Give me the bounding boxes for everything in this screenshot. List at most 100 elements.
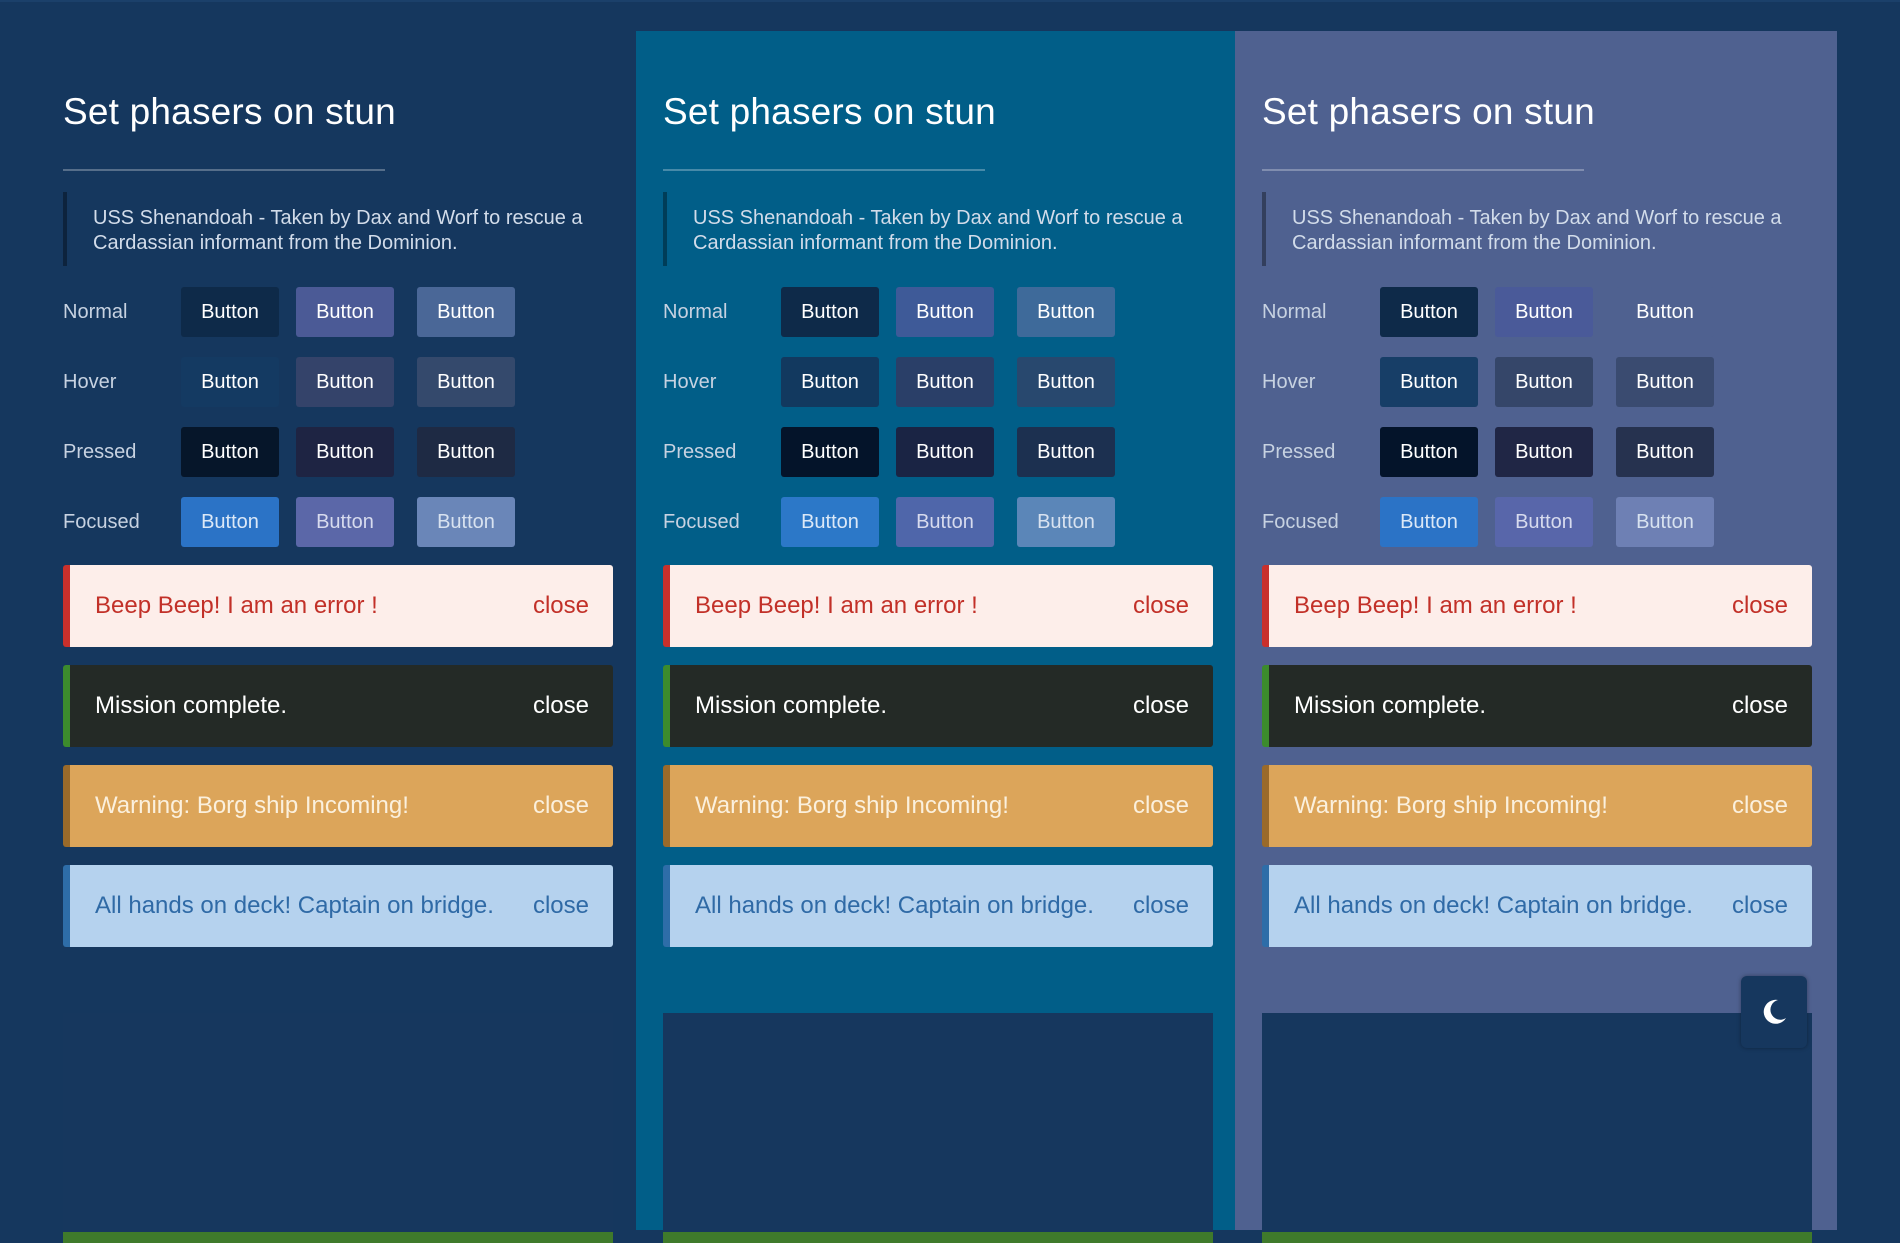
close-link[interactable]: close [1133, 792, 1189, 820]
state-label: Pressed [1262, 441, 1336, 463]
state-label: Focused [663, 511, 740, 533]
moon-icon [1763, 999, 1786, 1024]
secondary-button[interactable]: Button [1495, 287, 1593, 337]
tertiary-button[interactable]: Button [1017, 357, 1115, 407]
alert-info: All hands on deck! Captain on bridge. cl… [1262, 865, 1812, 947]
secondary-button[interactable]: Button [296, 497, 394, 547]
alert-success: Mission complete. close [63, 665, 613, 747]
panel-title: Set phasers on stun [663, 91, 996, 132]
panel-title: Set phasers on stun [1262, 91, 1595, 132]
secondary-button[interactable]: Button [296, 357, 394, 407]
theme-panel-3: Set phasers on stun USS Shenandoah - Tak… [1235, 31, 1837, 1243]
alert-message: Mission complete. [1294, 692, 1487, 719]
close-link[interactable]: close [1732, 692, 1788, 720]
secondary-button[interactable]: Button [296, 287, 394, 337]
primary-button[interactable]: Button [781, 287, 879, 337]
close-link[interactable]: close [1133, 592, 1189, 620]
close-link[interactable]: close [1133, 892, 1189, 920]
close-link[interactable]: close [1732, 592, 1788, 620]
theme-panel-2: Set phasers on stun USS Shenandoah - Tak… [636, 31, 1235, 1243]
alert-error: Beep Beep! I am an error ! close [63, 565, 613, 647]
primary-button[interactable]: Button [181, 357, 279, 407]
close-link[interactable]: close [533, 592, 589, 620]
title-divider [1262, 169, 1584, 171]
secondary-button[interactable]: Button [896, 427, 994, 477]
tertiary-button[interactable]: Button [417, 497, 515, 547]
close-link[interactable]: close [533, 792, 589, 820]
secondary-button[interactable]: Button [296, 427, 394, 477]
close-link[interactable]: close [533, 692, 589, 720]
state-row-pressed: Pressed Button Button Button [1262, 427, 1762, 477]
close-link[interactable]: close [1732, 792, 1788, 820]
primary-button[interactable]: Button [781, 427, 879, 477]
alert-message: Warning: Borg ship Incoming! [695, 792, 1009, 819]
state-label: Hover [63, 371, 117, 393]
state-label: Focused [1262, 511, 1339, 533]
tertiary-button[interactable]: Button [1017, 287, 1115, 337]
alert-message: Beep Beep! I am an error ! [695, 592, 978, 619]
primary-button[interactable]: Button [781, 497, 879, 547]
state-label: Hover [663, 371, 717, 393]
secondary-button[interactable]: Button [1495, 357, 1593, 407]
tertiary-button[interactable]: Button [417, 287, 515, 337]
content-box [1262, 1013, 1812, 1243]
primary-button[interactable]: Button [1380, 287, 1478, 337]
tertiary-button[interactable]: Button [1017, 427, 1115, 477]
state-row-normal: Normal Button Button Button [663, 287, 1163, 337]
primary-button[interactable]: Button [181, 427, 279, 477]
primary-button[interactable]: Button [781, 357, 879, 407]
title-divider [63, 169, 385, 171]
state-row-focused: Focused Button Button Button [663, 497, 1163, 547]
close-link[interactable]: close [1133, 692, 1189, 720]
state-row-hover: Hover Button Button Button [1262, 357, 1762, 407]
state-label: Pressed [63, 441, 137, 463]
progress-bar [663, 1232, 1213, 1243]
tertiary-button[interactable]: Button [1616, 497, 1714, 547]
state-row-focused: Focused Button Button Button [1262, 497, 1762, 547]
state-label: Focused [63, 511, 140, 533]
primary-button[interactable]: Button [181, 287, 279, 337]
theme-toggle-button[interactable] [1741, 976, 1807, 1048]
tertiary-button[interactable]: Button [417, 357, 515, 407]
close-link[interactable]: close [1732, 892, 1788, 920]
state-row-pressed: Pressed Button Button Button [63, 427, 563, 477]
content-box [63, 1013, 613, 1243]
tertiary-button[interactable]: Button [1616, 357, 1714, 407]
state-row-pressed: Pressed Button Button Button [663, 427, 1163, 477]
progress-bar [1262, 1232, 1812, 1243]
tertiary-button[interactable]: Button [1017, 497, 1115, 547]
tertiary-button[interactable]: Button [1616, 287, 1714, 337]
alert-warning: Warning: Borg ship Incoming! close [63, 765, 613, 847]
state-label: Normal [663, 301, 728, 323]
primary-button[interactable]: Button [1380, 497, 1478, 547]
tertiary-button[interactable]: Button [417, 427, 515, 477]
alert-message: Mission complete. [95, 692, 288, 719]
state-row-focused: Focused Button Button Button [63, 497, 563, 547]
primary-button[interactable]: Button [1380, 427, 1478, 477]
alert-message: All hands on deck! Captain on bridge. [95, 892, 494, 919]
state-row-hover: Hover Button Button Button [63, 357, 563, 407]
secondary-button[interactable]: Button [896, 497, 994, 547]
alert-message: Warning: Borg ship Incoming! [1294, 792, 1608, 819]
tertiary-button[interactable]: Button [1616, 427, 1714, 477]
state-row-normal: Normal Button Button Button [63, 287, 563, 337]
alert-message: Warning: Borg ship Incoming! [95, 792, 409, 819]
theme-panel-1: Set phasers on stun USS Shenandoah - Tak… [0, 31, 613, 1243]
alert-error: Beep Beep! I am an error ! close [663, 565, 1213, 647]
secondary-button[interactable]: Button [1495, 497, 1593, 547]
alert-message: All hands on deck! Captain on bridge. [1294, 892, 1693, 919]
primary-button[interactable]: Button [181, 497, 279, 547]
progress-bar [63, 1232, 613, 1243]
alert-info: All hands on deck! Captain on bridge. cl… [663, 865, 1213, 947]
state-label: Normal [63, 301, 128, 323]
secondary-button[interactable]: Button [1495, 427, 1593, 477]
secondary-button[interactable]: Button [896, 287, 994, 337]
alert-success: Mission complete. close [663, 665, 1213, 747]
state-label: Hover [1262, 371, 1316, 393]
state-label: Pressed [663, 441, 737, 463]
primary-button[interactable]: Button [1380, 357, 1478, 407]
alert-warning: Warning: Borg ship Incoming! close [663, 765, 1213, 847]
panel-title: Set phasers on stun [63, 91, 396, 132]
close-link[interactable]: close [533, 892, 589, 920]
secondary-button[interactable]: Button [896, 357, 994, 407]
